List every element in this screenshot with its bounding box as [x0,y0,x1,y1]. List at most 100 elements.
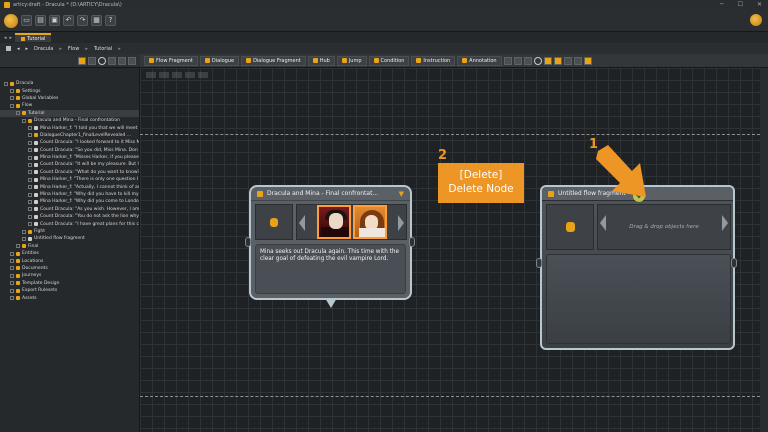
input-pin[interactable] [245,237,251,247]
list-view-icon[interactable] [563,56,572,65]
tree-item[interactable]: Mina Harker_f: "Misses Harker, if you pl… [0,154,139,161]
drop-zone[interactable]: Drag & drop objects here [597,204,731,250]
scroll-left-icon[interactable] [600,215,606,231]
expand-toggle-icon[interactable] [10,96,14,101]
tile-view-icon[interactable] [573,56,582,65]
expand-toggle-icon[interactable] [10,273,14,278]
expand-toggle-icon[interactable] [10,288,14,293]
tree-item[interactable]: Assets [0,294,139,301]
tree-item[interactable]: Untitled flow fragment [0,235,139,242]
tree-item[interactable]: Dracula and Mina - Final confrontation [0,117,139,124]
home-icon[interactable] [6,46,11,51]
redo-icon[interactable]: ↷ [77,15,88,26]
tree-item[interactable]: Mina Harker_f: "Why did you have to kill… [0,191,139,198]
fragment-output-pin[interactable] [731,258,737,268]
window-icon[interactable]: ▦ [91,15,102,26]
fragment-content-area[interactable] [546,254,731,344]
tree-item[interactable]: Dracula [0,80,139,87]
fragment-input-pin[interactable] [536,258,542,268]
tree-item[interactable]: Mina Harker_f: "Why did you come to Lond… [0,198,139,205]
tree-item[interactable]: Tutorial [0,109,139,117]
tree-item[interactable]: Documents [0,265,139,272]
hub-tool[interactable]: Hub [307,55,335,66]
tree-item[interactable]: Count Dracula: "What do you want to know… [0,169,139,176]
expand-toggle-icon[interactable] [10,103,14,108]
flow-fragment-tool[interactable]: Flow Fragment [144,55,198,66]
expand-toggle-icon[interactable] [10,281,14,286]
nav-forward-icon[interactable]: ▸ [26,46,29,52]
help-icon[interactable]: ? [105,15,116,26]
delete-icon[interactable] [128,56,136,65]
expand-toggle-icon[interactable] [28,155,32,160]
layout-icon[interactable] [503,56,512,65]
dialogue-node[interactable]: Dracula and Mina - Final confrontat... ▼… [249,185,412,308]
tree-item[interactable]: Count Dracula: "So you did, Miss Mina. D… [0,147,139,154]
expand-toggle-icon[interactable] [28,177,32,182]
zoom-icon[interactable] [533,56,542,65]
expand-toggle-icon[interactable] [28,199,32,204]
vertical-scrollbar[interactable] [760,68,768,432]
expand-toggle-icon[interactable] [22,229,26,234]
tree-item[interactable]: Settings [0,87,139,94]
tree-item[interactable]: Locations [0,257,139,264]
mina-portrait[interactable] [352,205,387,239]
expand-toggle-icon[interactable] [28,207,32,212]
scroll-right-icon[interactable] [398,215,404,231]
expand-toggle-icon[interactable] [28,148,32,153]
tree-item[interactable]: Mina Harker_f: "There is only one questi… [0,176,139,183]
speaker-slot[interactable] [255,204,293,240]
pin-icon[interactable] [88,56,96,65]
expand-toggle-icon[interactable] [4,81,8,86]
fragment-speaker-slot[interactable] [546,204,594,250]
tree-item[interactable]: Mina Harker_f: "Actually, I cannot think… [0,183,139,190]
tag-icon[interactable] [108,56,116,65]
tree-item[interactable]: Count Dracula: "It will be my pleasure. … [0,161,139,168]
expand-toggle-icon[interactable] [16,111,20,116]
breadcrumb-dracula[interactable]: Dracula [34,46,53,52]
articy-menu-button[interactable] [4,13,18,28]
expand-toggle-icon[interactable] [10,251,14,256]
participants-slot[interactable] [296,204,407,240]
tab-back-icon[interactable]: ◂ [4,35,7,41]
output-pin[interactable] [409,237,415,247]
tree-item[interactable]: Final [0,243,139,250]
tree-item[interactable]: Journeys [0,272,139,279]
expand-toggle-icon[interactable] [28,140,32,145]
search-icon[interactable] [98,56,106,65]
scroll-right-icon[interactable] [722,215,728,231]
condition-tool[interactable]: Condition [368,55,410,66]
annotation-tool[interactable]: Annotation [457,55,502,66]
minimize-icon[interactable]: ─ [720,1,724,8]
tab-forward-icon[interactable]: ▸ [10,35,13,41]
dialogue-fragment-tool[interactable]: Dialogue Fragment [241,55,306,66]
grid-icon[interactable] [513,56,522,65]
expand-toggle-icon[interactable] [10,266,14,271]
tab-tutorial[interactable]: Tutorial [15,33,52,42]
dracula-portrait[interactable] [316,205,351,239]
font-icon[interactable] [523,56,532,65]
expand-toggle-icon[interactable] [28,133,32,138]
nav-back-icon[interactable]: ◂ [17,46,20,52]
filter-icon[interactable] [78,56,86,65]
new-icon[interactable]: ▭ [21,15,32,26]
maximize-icon[interactable]: ☐ [738,1,743,8]
open-icon[interactable]: ▤ [35,15,46,26]
expand-toggle-icon[interactable] [16,244,20,249]
dialogue-node-text[interactable]: Mina seeks out Dracula again. This time … [255,244,406,294]
save-icon[interactable]: ▣ [49,15,60,26]
expand-toggle-icon[interactable] [10,259,14,264]
expand-toggle-icon[interactable] [10,89,14,94]
expand-toggle-icon[interactable] [28,214,32,219]
view-mode-icon[interactable] [543,56,552,65]
expand-toggle-icon[interactable] [28,222,32,227]
expand-toggle-icon[interactable] [22,236,26,241]
expand-toggle-icon[interactable] [28,192,32,197]
undo-icon[interactable]: ↶ [63,15,74,26]
expand-toggle-icon[interactable] [28,162,32,167]
breadcrumb-flow[interactable]: Flow [68,46,79,52]
dialogue-tool[interactable]: Dialogue [199,55,240,66]
tree-item[interactable]: Flow [0,102,139,109]
tree-item[interactable]: Export Rulesets [0,287,139,294]
expand-toggle-icon[interactable] [10,296,14,301]
scroll-left-icon[interactable] [299,215,305,231]
